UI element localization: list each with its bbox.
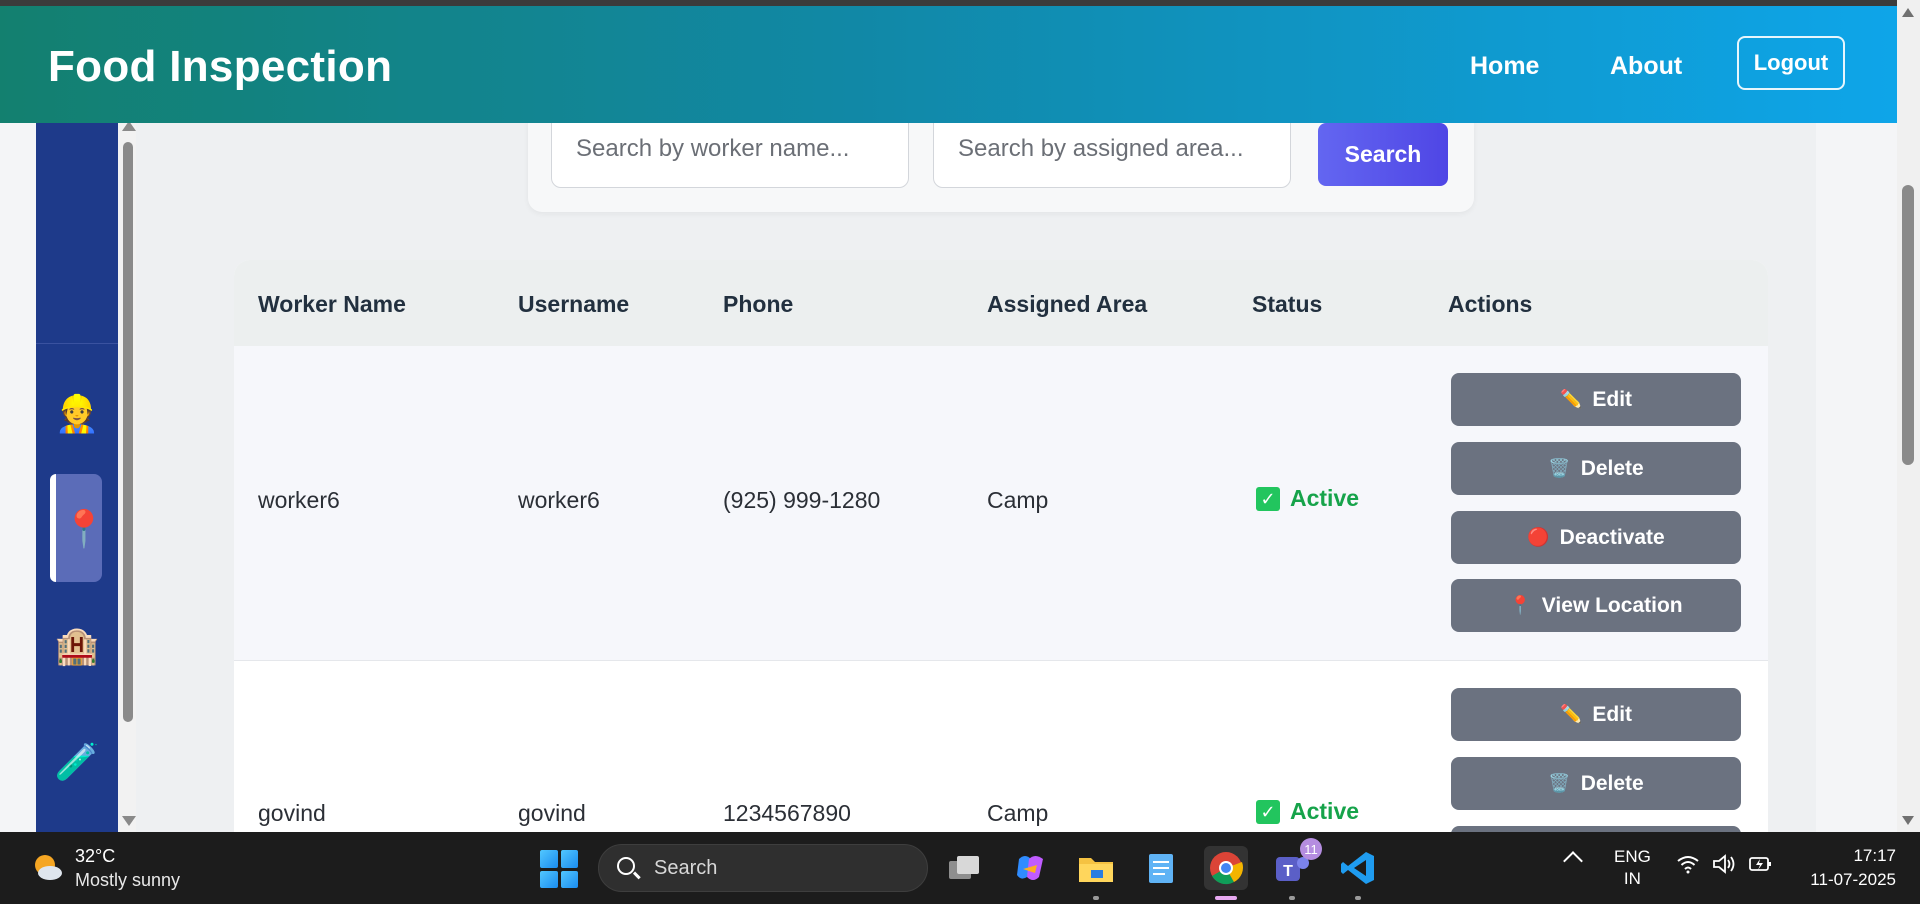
running-indicator bbox=[1289, 896, 1295, 900]
edit-label: Edit bbox=[1592, 702, 1633, 726]
teams-icon[interactable]: T 11 bbox=[1270, 838, 1322, 900]
show-hidden-icons-chevron-icon[interactable] bbox=[1563, 851, 1583, 871]
weather-description[interactable]: Mostly sunny bbox=[75, 870, 180, 891]
table-row: govind govind 1234567890 Camp ✓ Active ✏… bbox=[234, 661, 1768, 832]
clock-date: 11-07-2025 bbox=[1810, 870, 1896, 889]
sidebar-item-lab-tests[interactable]: 🧪 bbox=[36, 722, 118, 802]
delete-button[interactable]: 🗑️ Delete bbox=[1451, 442, 1741, 495]
sidebar-scroll-down-icon[interactable] bbox=[122, 816, 136, 826]
input-language-indicator[interactable]: ENG IN bbox=[1614, 846, 1651, 890]
edit-button[interactable]: ✏️ Edit bbox=[1451, 688, 1741, 741]
edit-button[interactable]: ✏️ Edit bbox=[1451, 373, 1741, 426]
column-header-phone: Phone bbox=[723, 291, 794, 317]
table-row: worker6 worker6 (925) 999-1280 Camp ✓ Ac… bbox=[234, 346, 1768, 661]
hotel-icon: 🏨 bbox=[54, 625, 100, 666]
status-badge: ✓ Active bbox=[1256, 798, 1359, 825]
pencil-icon: ✏️ bbox=[1559, 389, 1583, 409]
page-scrollbar-thumb[interactable] bbox=[1902, 185, 1914, 465]
copilot-icon[interactable] bbox=[1008, 846, 1052, 890]
clock-time: 17:17 bbox=[1853, 846, 1896, 865]
weather-temperature[interactable]: 32°C bbox=[75, 846, 115, 867]
language-code: ENG bbox=[1614, 847, 1651, 866]
volume-icon[interactable] bbox=[1712, 854, 1738, 880]
taskbar-search-label: Search bbox=[654, 857, 718, 879]
delete-button[interactable]: 🗑️ Delete bbox=[1451, 757, 1741, 810]
app-header: Food Inspection Home About Logout bbox=[0, 6, 1897, 123]
app-title: Food Inspection bbox=[48, 42, 393, 91]
location-pin-icon: 📍 bbox=[61, 508, 107, 549]
cell-username: govind bbox=[518, 800, 586, 826]
logout-button[interactable]: Logout bbox=[1737, 36, 1845, 90]
cell-assigned-area: Camp bbox=[987, 800, 1049, 826]
weather-sun-cloud-icon[interactable] bbox=[30, 850, 64, 884]
column-header-worker-name: Worker Name bbox=[258, 291, 406, 317]
battery-charging-icon[interactable] bbox=[1748, 854, 1774, 880]
column-header-status: Status bbox=[1252, 291, 1323, 317]
search-button[interactable]: Search bbox=[1318, 123, 1448, 186]
search-icon bbox=[617, 857, 635, 875]
sidebar-item-hotels[interactable]: 🏨 bbox=[36, 606, 118, 686]
delete-label: Delete bbox=[1580, 456, 1644, 480]
deactivate-button[interactable]: 🔴 Deactivate bbox=[1451, 511, 1741, 564]
view-location-button[interactable]: 📍 View Location bbox=[1451, 579, 1741, 632]
file-explorer-icon[interactable] bbox=[1074, 846, 1118, 900]
running-indicator bbox=[1093, 896, 1099, 900]
table-header: Worker Name Username Phone Assigned Area… bbox=[234, 260, 1768, 346]
deactivate-label: Deactivate bbox=[1559, 525, 1665, 549]
active-window-indicator bbox=[1215, 896, 1237, 900]
column-header-username: Username bbox=[518, 291, 630, 317]
notepad-icon[interactable] bbox=[1139, 846, 1183, 890]
sidebar-scrollbar-thumb[interactable] bbox=[123, 142, 133, 722]
worker-icon: 👷 bbox=[54, 393, 100, 434]
cell-worker-name: worker6 bbox=[258, 487, 340, 513]
taskbar-search[interactable]: Search bbox=[598, 844, 928, 892]
cell-username: worker6 bbox=[518, 487, 600, 513]
red-circle-icon: 🔴 bbox=[1527, 527, 1550, 547]
chrome-icon[interactable] bbox=[1204, 846, 1248, 900]
pencil-icon: ✏️ bbox=[1559, 704, 1583, 724]
test-tube-icon: 🧪 bbox=[54, 741, 100, 782]
sidebar-divider bbox=[36, 343, 118, 344]
vscode-icon[interactable] bbox=[1336, 846, 1380, 900]
workers-table: Worker Name Username Phone Assigned Area… bbox=[234, 260, 1768, 832]
sidebar-item-location[interactable]: 📍 bbox=[50, 489, 118, 569]
column-header-actions: Actions bbox=[1448, 291, 1533, 317]
notification-badge: 11 bbox=[1300, 838, 1322, 860]
running-indicator bbox=[1355, 896, 1361, 900]
location-pin-icon: 📍 bbox=[1509, 595, 1532, 615]
column-header-assigned-area: Assigned Area bbox=[987, 291, 1148, 317]
windows-taskbar: 32°C Mostly sunny Search T 11 ENG IN 17:… bbox=[0, 832, 1920, 904]
trash-icon: 🗑️ bbox=[1548, 773, 1571, 793]
status-badge: ✓ Active bbox=[1256, 485, 1359, 512]
trash-icon: 🗑️ bbox=[1548, 458, 1571, 478]
status-text: Active bbox=[1290, 485, 1360, 511]
delete-label: Delete bbox=[1580, 771, 1644, 795]
task-view-icon[interactable] bbox=[943, 846, 987, 890]
view-location-label: View Location bbox=[1541, 593, 1683, 617]
cell-phone: (925) 999-1280 bbox=[723, 487, 881, 513]
page-scroll-down-icon[interactable] bbox=[1902, 816, 1914, 825]
status-text: Active bbox=[1290, 798, 1360, 824]
system-clock[interactable]: 17:17 11-07-2025 bbox=[1796, 844, 1896, 892]
checkmark-icon: ✓ bbox=[1256, 799, 1280, 824]
nav-home-link[interactable]: Home bbox=[1470, 52, 1539, 81]
windows-start-icon[interactable] bbox=[540, 850, 578, 888]
sidebar-item-workers[interactable]: 👷 bbox=[36, 374, 118, 454]
cell-phone: 1234567890 bbox=[723, 800, 851, 826]
wifi-icon[interactable] bbox=[1676, 854, 1700, 880]
svg-text:T: T bbox=[1283, 863, 1293, 880]
cell-worker-name: govind bbox=[258, 800, 326, 826]
nav-about-link[interactable]: About bbox=[1610, 52, 1682, 81]
cell-assigned-area: Camp bbox=[987, 487, 1049, 513]
page-scroll-up-icon[interactable] bbox=[1902, 8, 1914, 17]
region-code: IN bbox=[1623, 869, 1641, 888]
checkmark-icon: ✓ bbox=[1256, 486, 1280, 511]
edit-label: Edit bbox=[1592, 387, 1633, 411]
